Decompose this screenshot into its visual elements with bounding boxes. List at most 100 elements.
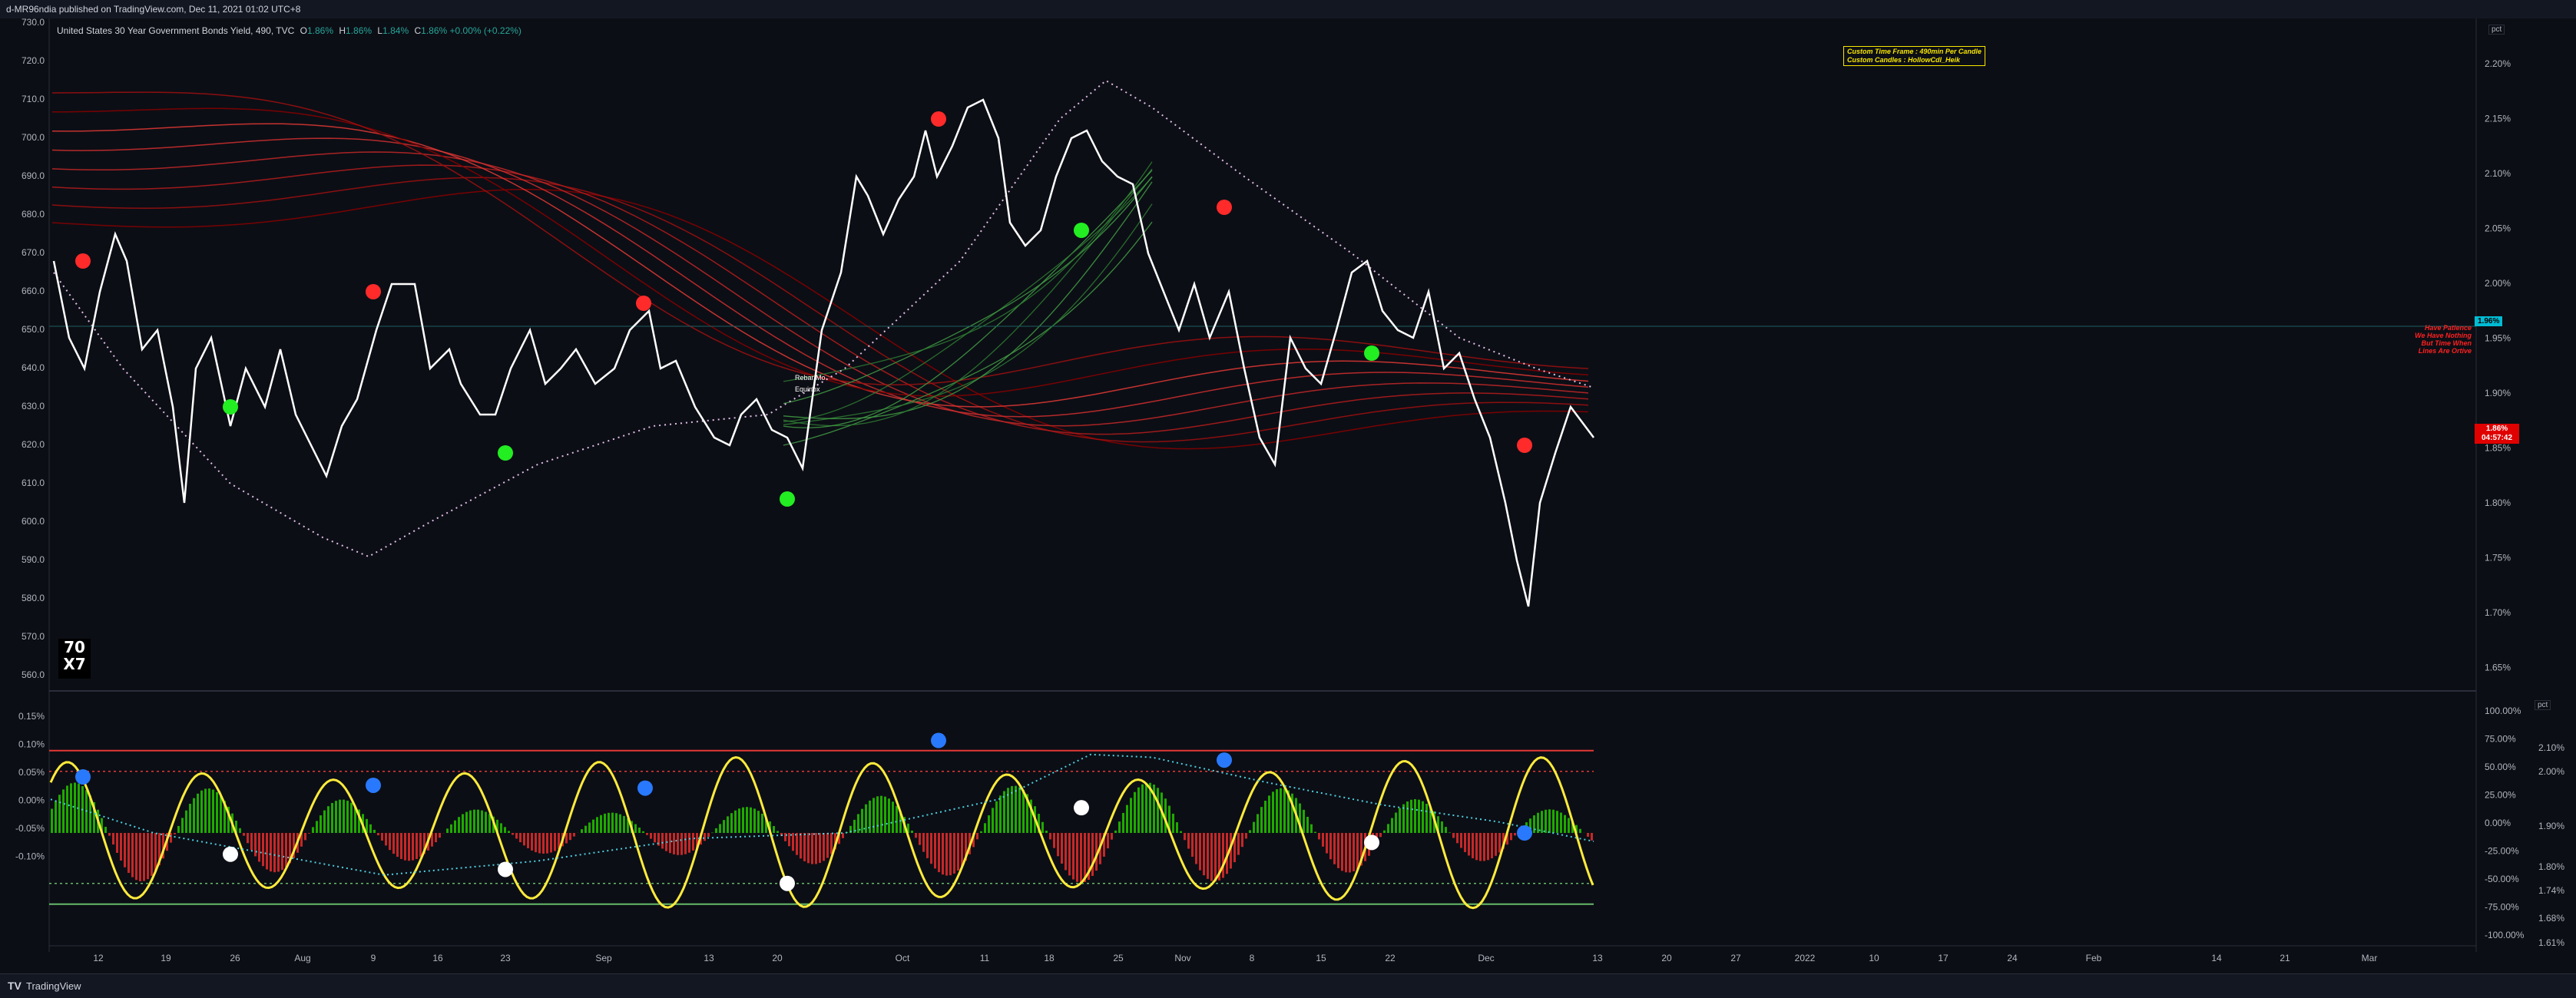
- osc-histogram-bar: [661, 833, 664, 848]
- osc-histogram-bar: [1337, 833, 1339, 868]
- osc-histogram-bar: [1568, 818, 1570, 833]
- osc-histogram-bar: [596, 817, 598, 833]
- right-osc-pct-tick: 50.00%: [2485, 762, 2516, 772]
- osc-histogram-bar: [127, 833, 130, 873]
- osc-histogram-bar: [208, 788, 210, 833]
- osc-histogram-bar: [608, 813, 610, 833]
- time-tick: 20: [772, 953, 783, 963]
- osc-histogram-bar: [880, 796, 882, 833]
- osc-histogram-bar: [688, 833, 690, 853]
- osc-histogram-bar: [1422, 801, 1424, 833]
- time-tick: 12: [93, 953, 104, 963]
- osc-histogram-bar: [565, 833, 568, 844]
- osc-histogram-bar: [1264, 801, 1266, 833]
- osc-histogram-bar: [469, 811, 472, 833]
- info-line-2: Custom Candles : HollowCdl_Heik: [1847, 56, 1982, 64]
- osc-histogram-bar: [1141, 785, 1144, 833]
- osc-histogram-bar: [961, 833, 963, 866]
- osc-histogram-bar: [1383, 831, 1386, 833]
- osc-histogram-bar: [1387, 824, 1389, 833]
- last-price-value: 1.86%: [2478, 425, 2516, 434]
- osc-white-dot: [223, 847, 238, 862]
- osc-histogram-bar: [135, 833, 137, 880]
- osc-histogram-bar: [957, 833, 959, 871]
- osc-histogram-bar: [419, 833, 422, 857]
- osc-histogram-bar: [1214, 833, 1217, 881]
- osc-histogram-bar: [189, 804, 191, 833]
- osc-histogram-bar: [51, 809, 53, 833]
- osc-histogram-bar: [112, 833, 114, 844]
- left-price-tick: 700.0: [22, 132, 45, 143]
- osc-histogram-bar: [527, 833, 529, 848]
- osc-histogram-bar: [193, 798, 195, 833]
- osc-histogram-bar: [773, 826, 775, 833]
- publish-info: d-MR96ndia published on TradingView.com,…: [6, 4, 300, 15]
- price-chart[interactable]: 730.0720.0710.0700.0690.0680.0670.0660.0…: [0, 18, 2576, 973]
- osc-histogram-bar: [757, 811, 760, 833]
- right-osc-pct-tick: 25.00%: [2485, 790, 2516, 801]
- osc-histogram-bar: [216, 792, 218, 833]
- osc-histogram-bar: [488, 814, 491, 833]
- osc-white-dot: [1364, 834, 1379, 850]
- osc-histogram-bar: [800, 833, 802, 858]
- osc-histogram-bar: [197, 794, 199, 833]
- osc-histogram-bar: [435, 833, 437, 842]
- left-price-tick: 620.0: [22, 439, 45, 450]
- tradingview-brand[interactable]: TradingView: [26, 980, 81, 992]
- tradingview-logo-icon[interactable]: TV: [8, 980, 22, 992]
- osc-histogram-bar: [1080, 833, 1082, 883]
- osc-histogram-bar: [911, 831, 913, 833]
- osc-histogram-bar: [573, 833, 575, 837]
- osc-histogram-bar: [1253, 822, 1255, 833]
- osc-histogram-bar: [995, 801, 998, 833]
- osc-histogram-bar: [615, 813, 618, 833]
- osc-histogram-bar: [465, 812, 468, 833]
- osc-histogram-bar: [262, 833, 264, 866]
- osc-pct-scale-button[interactable]: pct: [2535, 700, 2551, 710]
- osc-histogram-bar: [1180, 831, 1182, 833]
- sell-signal-dot: [1517, 438, 1532, 453]
- osc-histogram-bar: [400, 833, 402, 859]
- time-tick: 27: [1730, 953, 1741, 963]
- osc-histogram-bar: [1326, 833, 1328, 854]
- osc-histogram-bar: [154, 833, 157, 871]
- osc-histogram-bar: [1333, 833, 1336, 864]
- osc-histogram-bar: [1418, 800, 1420, 833]
- note-line-2: We Have Nothing: [2373, 332, 2472, 339]
- osc-histogram-bar: [1222, 833, 1224, 878]
- osc-histogram-bar: [1406, 801, 1409, 833]
- osc-histogram-bar: [581, 829, 583, 833]
- time-tick: 21: [2280, 953, 2290, 963]
- osc-white-dot: [780, 876, 795, 891]
- osc-histogram-bar: [512, 833, 514, 835]
- osc-histogram-bar: [915, 833, 917, 838]
- right-osc-yield-tick: 1.61%: [2538, 937, 2564, 948]
- high-label: H: [339, 25, 346, 36]
- osc-histogram-bar: [304, 833, 306, 840]
- osc-histogram-bar: [623, 816, 625, 833]
- osc-histogram-bar: [942, 833, 944, 874]
- osc-histogram-bar: [1495, 833, 1497, 856]
- osc-histogram-bar: [450, 825, 452, 833]
- time-tick: 25: [1113, 953, 1124, 963]
- osc-histogram-bar: [1061, 833, 1063, 864]
- osc-histogram-bar: [1552, 810, 1555, 833]
- candle-countdown: 04:57:42: [2478, 434, 2516, 443]
- osc-histogram-bar: [346, 801, 349, 833]
- right-yield-tick: 2.10%: [2485, 168, 2511, 179]
- osc-histogram-bar: [1341, 833, 1343, 871]
- osc-histogram-bar: [316, 821, 318, 833]
- pct-scale-button[interactable]: pct: [2488, 25, 2505, 35]
- osc-histogram-bar: [200, 791, 203, 833]
- open-label: O: [300, 25, 307, 36]
- osc-histogram-bar: [1130, 798, 1132, 833]
- time-tick: Oct: [896, 953, 910, 963]
- osc-histogram-bar: [62, 789, 65, 833]
- osc-histogram-bar: [1591, 833, 1593, 841]
- osc-histogram-bar: [250, 833, 253, 850]
- author-logo: 70 X7: [58, 639, 91, 679]
- osc-histogram-bar: [922, 833, 925, 852]
- osc-histogram-bar: [1537, 813, 1539, 833]
- osc-histogram-bar: [500, 823, 502, 833]
- left-price-tick: 580.0: [22, 593, 45, 603]
